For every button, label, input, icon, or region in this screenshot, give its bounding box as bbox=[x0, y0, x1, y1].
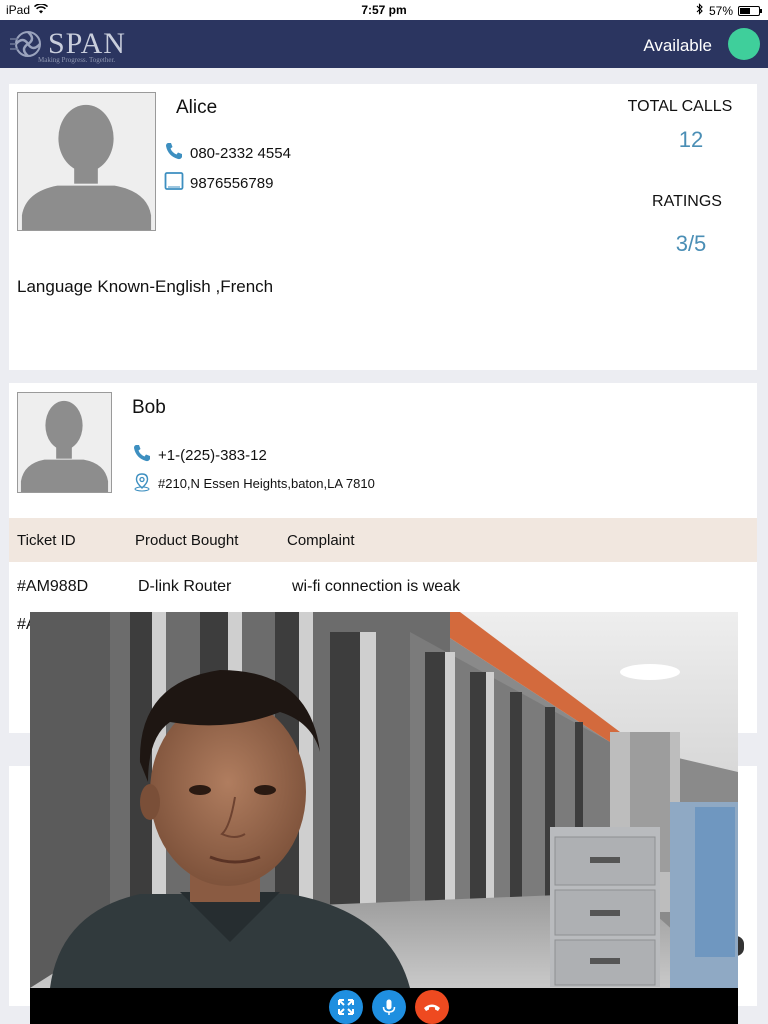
microphone-icon bbox=[382, 999, 396, 1015]
product-cell: D-link Router bbox=[138, 578, 232, 595]
column-product-bought: Product Bought bbox=[135, 532, 239, 549]
customer-phone-row: +1-(225)-383-12 bbox=[132, 443, 267, 467]
app-header: SPAN Making Progress. Together. Availabl… bbox=[0, 20, 768, 68]
languages-known: Language Known-English ,French bbox=[17, 277, 274, 296]
mute-button[interactable] bbox=[372, 990, 406, 1024]
video-frame bbox=[30, 612, 738, 988]
status-bar: iPad 7:57 pm 57% bbox=[0, 0, 768, 20]
agent-phone[interactable]: 080-2332 4554 bbox=[190, 145, 291, 162]
availability-toggle[interactable] bbox=[728, 28, 760, 60]
tablet-icon bbox=[164, 171, 184, 195]
tickets-table-header: Ticket ID Product Bought Complaint bbox=[9, 518, 757, 562]
status-time: 7:57 pm bbox=[361, 3, 407, 17]
customer-avatar bbox=[17, 392, 112, 493]
total-calls-value: 12 bbox=[678, 127, 704, 152]
phone-hangup-icon bbox=[424, 1004, 440, 1011]
logo-tagline: Making Progress. Together. bbox=[38, 56, 116, 64]
ratings-label: RATINGS bbox=[652, 193, 722, 210]
availability-label: Available bbox=[643, 36, 712, 55]
phone-icon bbox=[164, 141, 184, 165]
column-complaint: Complaint bbox=[287, 532, 355, 549]
phone-icon bbox=[132, 443, 152, 467]
battery-icon bbox=[738, 5, 762, 16]
customer-phone[interactable]: +1-(225)-383-12 bbox=[158, 447, 267, 464]
customer-address-row: #210,N Essen Heights,baton,LA 7810 bbox=[132, 472, 375, 495]
agent-mobile-row: 9876556789 bbox=[164, 171, 273, 195]
agent-phone-row: 080-2332 4554 bbox=[164, 141, 291, 165]
agent-name: Alice bbox=[176, 97, 218, 118]
table-row[interactable]: #AM988D D-link Router wi-fi connection i… bbox=[9, 573, 757, 603]
bluetooth-icon bbox=[696, 3, 704, 18]
ratings-value: 3/5 bbox=[675, 231, 707, 256]
span-logo: SPAN Making Progress. Together. bbox=[10, 24, 126, 64]
end-call-button[interactable] bbox=[415, 990, 449, 1024]
location-pin-icon bbox=[132, 472, 152, 495]
customer-name: Bob bbox=[132, 397, 166, 418]
column-ticket-id: Ticket ID bbox=[17, 532, 76, 549]
expand-icon bbox=[338, 999, 354, 1015]
video-call-feed[interactable] bbox=[30, 612, 738, 988]
total-calls-label: TOTAL CALLS bbox=[627, 98, 733, 115]
agent-card: Alice 080-2332 4554 9876556789 TOTAL CAL… bbox=[9, 84, 757, 370]
battery-percent: 57% bbox=[708, 3, 733, 18]
ticket-id-cell: #AM988D bbox=[17, 578, 89, 595]
agent-mobile[interactable]: 9876556789 bbox=[190, 175, 273, 192]
complaint-cell: wi-fi connection is weak bbox=[292, 578, 461, 595]
expand-button[interactable] bbox=[329, 990, 363, 1024]
customer-address: #210,N Essen Heights,baton,LA 7810 bbox=[158, 476, 375, 491]
agent-avatar bbox=[17, 92, 156, 231]
video-call-controls bbox=[30, 988, 738, 1024]
